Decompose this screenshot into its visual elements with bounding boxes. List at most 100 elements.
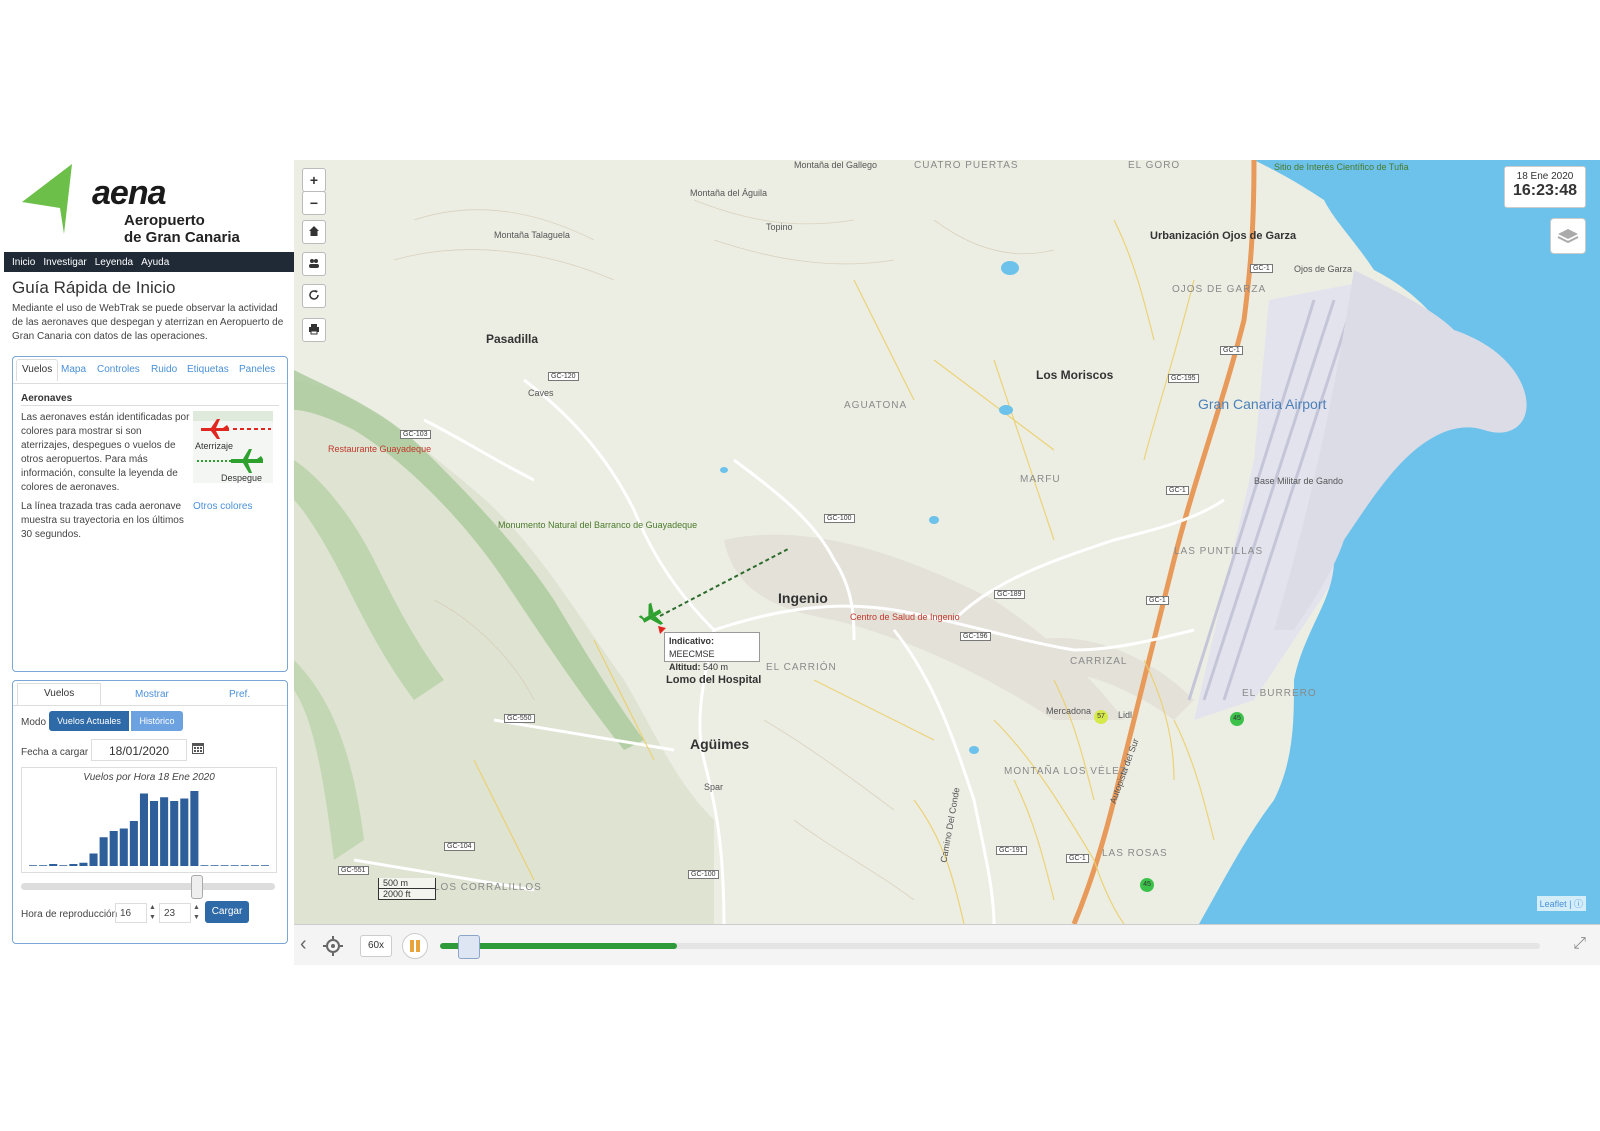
- map-view[interactable]: + − Montaña del Gallego CUATRO PUERTAS E…: [294, 160, 1600, 924]
- refresh-button[interactable]: [302, 284, 326, 308]
- calendar-icon[interactable]: [191, 741, 205, 755]
- info-icon[interactable]: ⓘ: [1574, 899, 1583, 909]
- speed-button[interactable]: 60x: [360, 935, 392, 957]
- minute-input[interactable]: 23: [159, 903, 191, 923]
- hour-input[interactable]: 16: [115, 903, 147, 923]
- road-shield: GC-551: [338, 866, 369, 875]
- tab-flights-vuelos[interactable]: Vuelos: [17, 683, 102, 705]
- tab-mapa[interactable]: Mapa: [61, 364, 86, 375]
- road-shield: GC-195: [1168, 374, 1199, 383]
- count-badge[interactable]: 45: [1230, 712, 1244, 726]
- label-ojos-garza-area: OJOS DE GARZA: [1172, 284, 1267, 295]
- aena-logo: aena Aeropuerto de Gran Canaria: [2, 160, 294, 252]
- chart-bar-23: [260, 865, 269, 866]
- webtrak-app: aena Aeropuerto de Gran Canaria Inicio In…: [2, 160, 1600, 965]
- nav-ayuda[interactable]: Ayuda: [141, 257, 169, 268]
- attribution-text[interactable]: Leaflet: [1540, 899, 1567, 909]
- other-colors-link[interactable]: Otros colores: [193, 501, 252, 512]
- date-label: Fecha a cargar: [21, 747, 89, 758]
- label-ingenio: Ingenio: [778, 590, 828, 606]
- label-marfu: MARFU: [1020, 474, 1061, 485]
- chart-bar-0: [29, 865, 38, 866]
- pause-button[interactable]: [402, 933, 428, 959]
- tab-ruido[interactable]: Ruido: [151, 364, 177, 375]
- print-button[interactable]: [302, 318, 326, 342]
- mode-label: Modo: [21, 717, 47, 728]
- chart-bar-8: [109, 831, 118, 866]
- chart-bar-19: [220, 865, 229, 866]
- label-monumento: Monumento Natural del Barranco de Guayad…: [498, 520, 698, 530]
- playback-bar: ‹ 60x ⤢: [294, 924, 1600, 965]
- road-shield: GC-1: [1250, 264, 1273, 273]
- road-shield: GC-1: [1220, 346, 1243, 355]
- label-pasadilla: Pasadilla: [486, 332, 539, 346]
- home-button[interactable]: [302, 220, 326, 244]
- history-button[interactable]: Histórico: [131, 711, 183, 731]
- road-shield: GC-103: [400, 430, 431, 439]
- count-badge[interactable]: 57: [1094, 710, 1108, 724]
- chart-bar-10: [129, 821, 138, 866]
- chevron-left-icon[interactable]: ‹: [300, 933, 307, 956]
- chart-svg: [29, 791, 269, 866]
- scale-bar: 500 m 2000 ft: [378, 878, 436, 900]
- nav-inicio[interactable]: Inicio: [12, 257, 35, 268]
- flights-per-hour-chart: Vuelos por Hora 18 Ene 2020: [21, 767, 277, 873]
- layers-button[interactable]: [1550, 218, 1586, 254]
- label-aguatona: AGUATONA: [844, 400, 908, 411]
- nav-leyenda[interactable]: Leyenda: [95, 257, 133, 268]
- takeoff-plane-icon: [231, 449, 263, 473]
- pause-icon: [410, 940, 414, 952]
- pause-icon-bar: [416, 940, 420, 952]
- popup-altitude: 540 m: [703, 662, 729, 672]
- hour-slider-handle[interactable]: [191, 875, 204, 899]
- road-shield: GC-120: [548, 372, 579, 381]
- landing-plane-icon: [201, 419, 229, 439]
- hour-slider[interactable]: [21, 875, 275, 899]
- info-panel: Vuelos Mapa Controles Ruido Etiquetas Pa…: [12, 356, 288, 672]
- print-icon: [309, 324, 319, 335]
- nav-investigar[interactable]: Investigar: [43, 257, 86, 268]
- chart-bar-7: [99, 837, 108, 866]
- aircraft-color-legend: Aterrizaje Despegue: [193, 411, 273, 483]
- legend-landing-label: Aterrizaje: [195, 441, 234, 451]
- clock-date: 18 Ene 2020: [1516, 171, 1574, 182]
- zoom-out-button[interactable]: −: [302, 191, 326, 215]
- road-shield: GC-191: [996, 846, 1027, 855]
- road-shield: GC-1: [1066, 854, 1089, 863]
- tab-mostrar[interactable]: Mostrar: [135, 689, 169, 700]
- legend-takeoff-label: Despegue: [221, 473, 263, 483]
- aena-logo-mark: [22, 164, 72, 234]
- label-el-carrion: EL CARRIÓN: [766, 662, 837, 673]
- brand-subtitle-line2: de Gran Canaria: [124, 229, 240, 246]
- load-button[interactable]: Cargar: [205, 901, 249, 923]
- clock: 18 Ene 2020 16:23:48: [1504, 166, 1586, 208]
- gear-icon[interactable]: [322, 935, 344, 957]
- left-panel: aena Aeropuerto de Gran Canaria Inicio In…: [2, 160, 294, 964]
- chart-bar-17: [200, 865, 209, 866]
- timeline-slider[interactable]: [440, 935, 1540, 959]
- current-flights-button[interactable]: Vuelos Actuales: [49, 711, 129, 731]
- chart-title: Vuelos por Hora 18 Ene 2020: [83, 772, 215, 783]
- date-input[interactable]: 18/01/2020: [91, 739, 187, 761]
- minute-stepper-icon[interactable]: ▲ ▼: [193, 903, 201, 923]
- group-button[interactable]: [302, 252, 326, 276]
- tab-etiquetas[interactable]: Etiquetas: [187, 364, 229, 375]
- timeline-handle[interactable]: [458, 935, 480, 959]
- attribution-link[interactable]: Leaflet | ⓘ: [1536, 896, 1586, 911]
- hour-stepper-icon[interactable]: ▲ ▼: [149, 903, 157, 923]
- tab-paneles[interactable]: Paneles: [239, 364, 275, 375]
- label-urb-ojos-garza: Urbanización Ojos de Garza: [1150, 230, 1297, 242]
- label-los-corralillos: LOS CORRALILLOS: [434, 882, 542, 893]
- label-lidl: Lidl: [1118, 710, 1133, 720]
- guide-description: Mediante el uso de WebTrak se puede obse…: [12, 303, 284, 342]
- home-icon: [309, 226, 319, 236]
- expand-icon[interactable]: ⤢: [1573, 935, 1586, 953]
- tab-vuelos[interactable]: Vuelos: [16, 359, 59, 381]
- tab-controles[interactable]: Controles: [97, 364, 140, 375]
- people-icon: [309, 259, 319, 268]
- count-badge[interactable]: 45: [1140, 878, 1154, 892]
- tab-pref[interactable]: Pref.: [229, 689, 250, 700]
- replay-time-label: Hora de reproducción: [21, 909, 118, 920]
- zoom-in-button[interactable]: +: [302, 168, 326, 192]
- label-el-goro: EL GORO: [1128, 160, 1181, 171]
